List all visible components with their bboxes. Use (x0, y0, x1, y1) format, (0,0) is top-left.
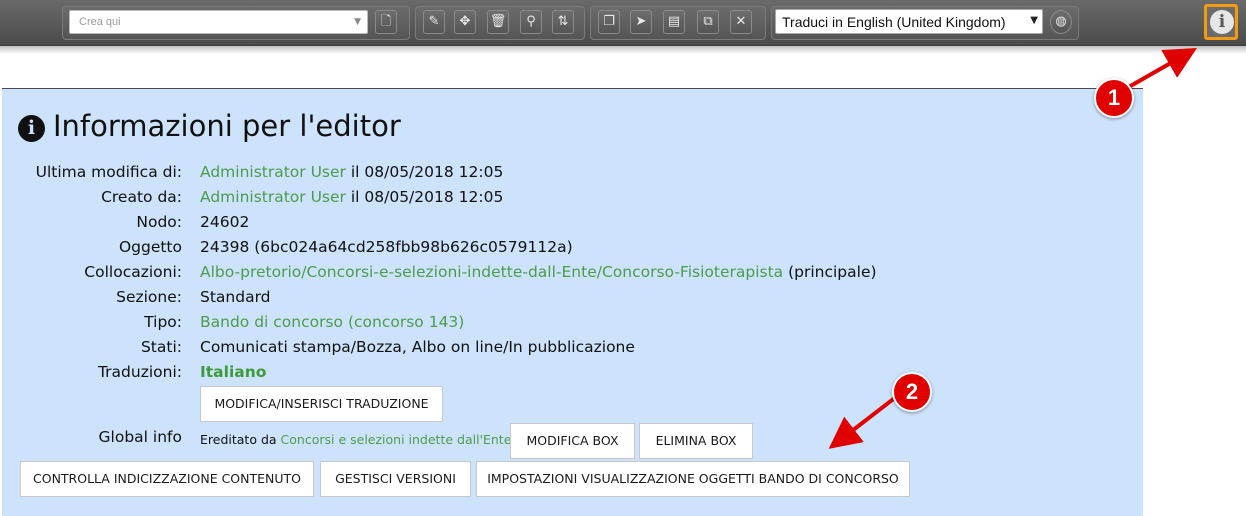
callout-2: 2 (892, 372, 932, 412)
arrow-to-display-settings (828, 395, 898, 449)
annotation-arrows (828, 48, 1197, 449)
callout-1: 1 (1094, 78, 1134, 118)
